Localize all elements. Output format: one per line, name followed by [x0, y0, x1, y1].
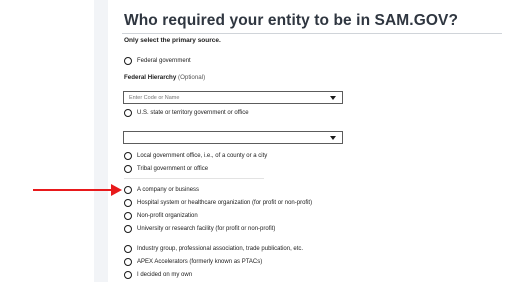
radio-button[interactable]: [124, 271, 132, 279]
radio-button[interactable]: [124, 165, 132, 173]
radio-button[interactable]: [124, 245, 132, 253]
chevron-down-icon: [330, 136, 336, 140]
radio-button[interactable]: [124, 199, 132, 207]
federal-hierarchy-label: Federal Hierarchy (Optional): [124, 74, 205, 81]
section-divider: [124, 178, 264, 179]
federal-hierarchy-label-text: Federal Hierarchy: [124, 74, 177, 81]
radio-button[interactable]: [124, 186, 132, 194]
option-decided-on-my-own[interactable]: I decided on my own: [124, 270, 192, 280]
chevron-down-icon: [330, 96, 336, 100]
option-label: Hospital system or healthcare organizati…: [137, 200, 313, 206]
left-margin: [0, 0, 94, 282]
radio-button[interactable]: [124, 225, 132, 233]
option-label: I decided on my own: [137, 272, 193, 278]
option-label: Federal government: [137, 58, 191, 64]
card-side-strip: [94, 0, 108, 282]
optional-tag: (Optional): [178, 74, 206, 81]
option-federal-government[interactable]: Federal government: [124, 56, 191, 66]
state-select[interactable]: [123, 131, 343, 144]
radio-button[interactable]: [124, 212, 132, 220]
radio-button[interactable]: [124, 258, 132, 266]
option-label: Tribal government or office: [137, 166, 209, 172]
title-divider: [122, 33, 502, 34]
red-arrow-shaft: [33, 189, 113, 191]
radio-button[interactable]: [124, 152, 132, 160]
red-arrow-icon: [111, 184, 122, 196]
option-label: Non-profit organization: [137, 213, 198, 219]
option-label: Local government office, i.e., of a coun…: [137, 153, 268, 159]
option-state-government[interactable]: U.S. state or territory government or of…: [124, 108, 249, 118]
radio-button[interactable]: [124, 57, 132, 65]
option-apex-accelerators[interactable]: APEX Accelerators (formerly known as PTA…: [124, 257, 262, 267]
option-label: Industry group, professional association…: [137, 246, 304, 252]
option-university[interactable]: University or research facility (for pro…: [124, 224, 275, 234]
option-label: University or research facility (for pro…: [137, 226, 276, 232]
option-label: A company or business: [137, 187, 200, 193]
radio-button[interactable]: [124, 109, 132, 117]
option-label: U.S. state or territory government or of…: [137, 110, 249, 116]
federal-hierarchy-select[interactable]: Enter Code or Name: [123, 91, 343, 104]
select-placeholder: Enter Code or Name: [129, 95, 180, 101]
option-local-government[interactable]: Local government office, i.e., of a coun…: [124, 151, 267, 161]
option-company-business[interactable]: A company or business: [124, 185, 199, 195]
option-label: APEX Accelerators (formerly known as PTA…: [137, 259, 263, 265]
option-hospital[interactable]: Hospital system or healthcare organizati…: [124, 198, 312, 208]
option-industry-group[interactable]: Industry group, professional association…: [124, 244, 303, 254]
page-title: Who required your entity to be in SAM.GO…: [124, 12, 459, 29]
option-non-profit[interactable]: Non-profit organization: [124, 211, 198, 221]
option-tribal-government[interactable]: Tribal government or office: [124, 164, 208, 174]
page-subtitle: Only select the primary source.: [124, 37, 221, 44]
